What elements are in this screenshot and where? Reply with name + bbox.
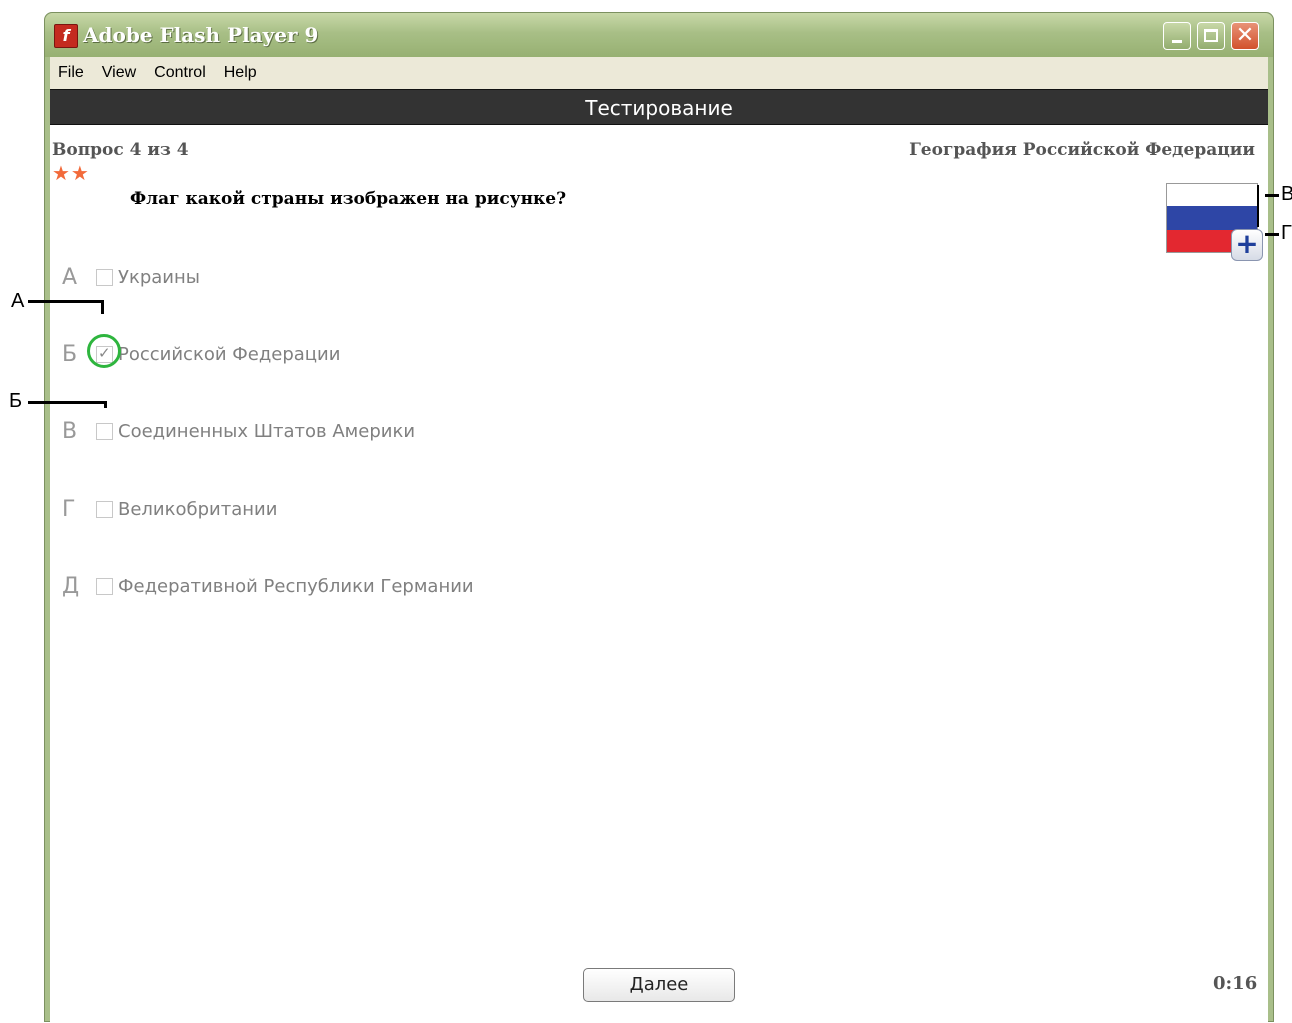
difficulty-stars: ★★ <box>52 161 90 185</box>
close-button[interactable]: ✕ <box>1231 22 1259 50</box>
menu-help[interactable]: Help <box>224 64 257 82</box>
annotation-label-b: Б <box>9 390 23 412</box>
annotation-line-g <box>1265 233 1279 236</box>
title-bar[interactable]: f Adobe Flash Player 9 ✕ <box>45 13 1273 57</box>
annotation-line-b <box>28 401 107 404</box>
minimize-icon <box>1172 40 1182 43</box>
answer-label[interactable]: Соединенных Штатов Америки <box>118 421 415 442</box>
flag-border-line <box>1257 185 1259 227</box>
maximize-icon <box>1204 29 1218 42</box>
zoom-button[interactable]: + <box>1231 229 1263 261</box>
timer: 0:16 <box>1213 973 1258 994</box>
window-title: Adobe Flash Player 9 <box>83 23 319 47</box>
annotation-line-b-tick <box>104 401 107 408</box>
annotation-line-a <box>28 300 104 303</box>
menu-file[interactable]: File <box>58 64 84 82</box>
annotation-label-v: В <box>1281 183 1292 205</box>
flash-icon: f <box>54 24 78 48</box>
answer-label[interactable]: Федеративной Республики Германии <box>118 576 474 597</box>
selection-highlight-circle <box>87 334 121 368</box>
plus-icon: + <box>1235 227 1259 260</box>
annotation-line-a-tick <box>101 300 104 314</box>
answer-checkbox[interactable] <box>96 501 113 518</box>
answer-checkbox[interactable] <box>96 578 113 595</box>
minimize-button[interactable] <box>1163 22 1191 50</box>
subject-title: География Российской Федерации <box>909 140 1255 160</box>
header-title: Тестирование <box>50 89 1268 125</box>
answer-label[interactable]: Российской Федерации <box>118 344 340 365</box>
client-area: File View Control Help Тестирование Вопр… <box>50 57 1268 1023</box>
annotation-line-v <box>1265 194 1279 197</box>
answer-letter: А <box>62 265 78 290</box>
app-window: f Adobe Flash Player 9 ✕ File View Contr… <box>44 12 1274 1023</box>
next-button[interactable]: Далее <box>583 968 735 1002</box>
answer-checkbox[interactable] <box>96 269 113 286</box>
answer-label[interactable]: Украины <box>118 267 200 288</box>
answer-letter: В <box>62 419 78 444</box>
close-icon: ✕ <box>1235 23 1255 48</box>
answer-letter: Б <box>62 342 78 367</box>
annotation-label-a: А <box>11 290 25 312</box>
answer-label[interactable]: Великобритании <box>118 499 277 520</box>
menu-view[interactable]: View <box>102 64 136 82</box>
answer-letter: Д <box>62 574 80 599</box>
answer-checkbox[interactable] <box>96 423 113 440</box>
annotation-label-g: Г <box>1281 222 1292 244</box>
menu-control[interactable]: Control <box>154 64 206 82</box>
menu-bar: File View Control Help <box>50 57 1268 89</box>
question-counter: Вопрос 4 из 4 <box>52 140 189 160</box>
question-text: Флаг какой страны изображен на рисунке? <box>130 189 567 209</box>
answer-letter: Г <box>62 497 76 522</box>
maximize-button[interactable] <box>1197 22 1225 50</box>
